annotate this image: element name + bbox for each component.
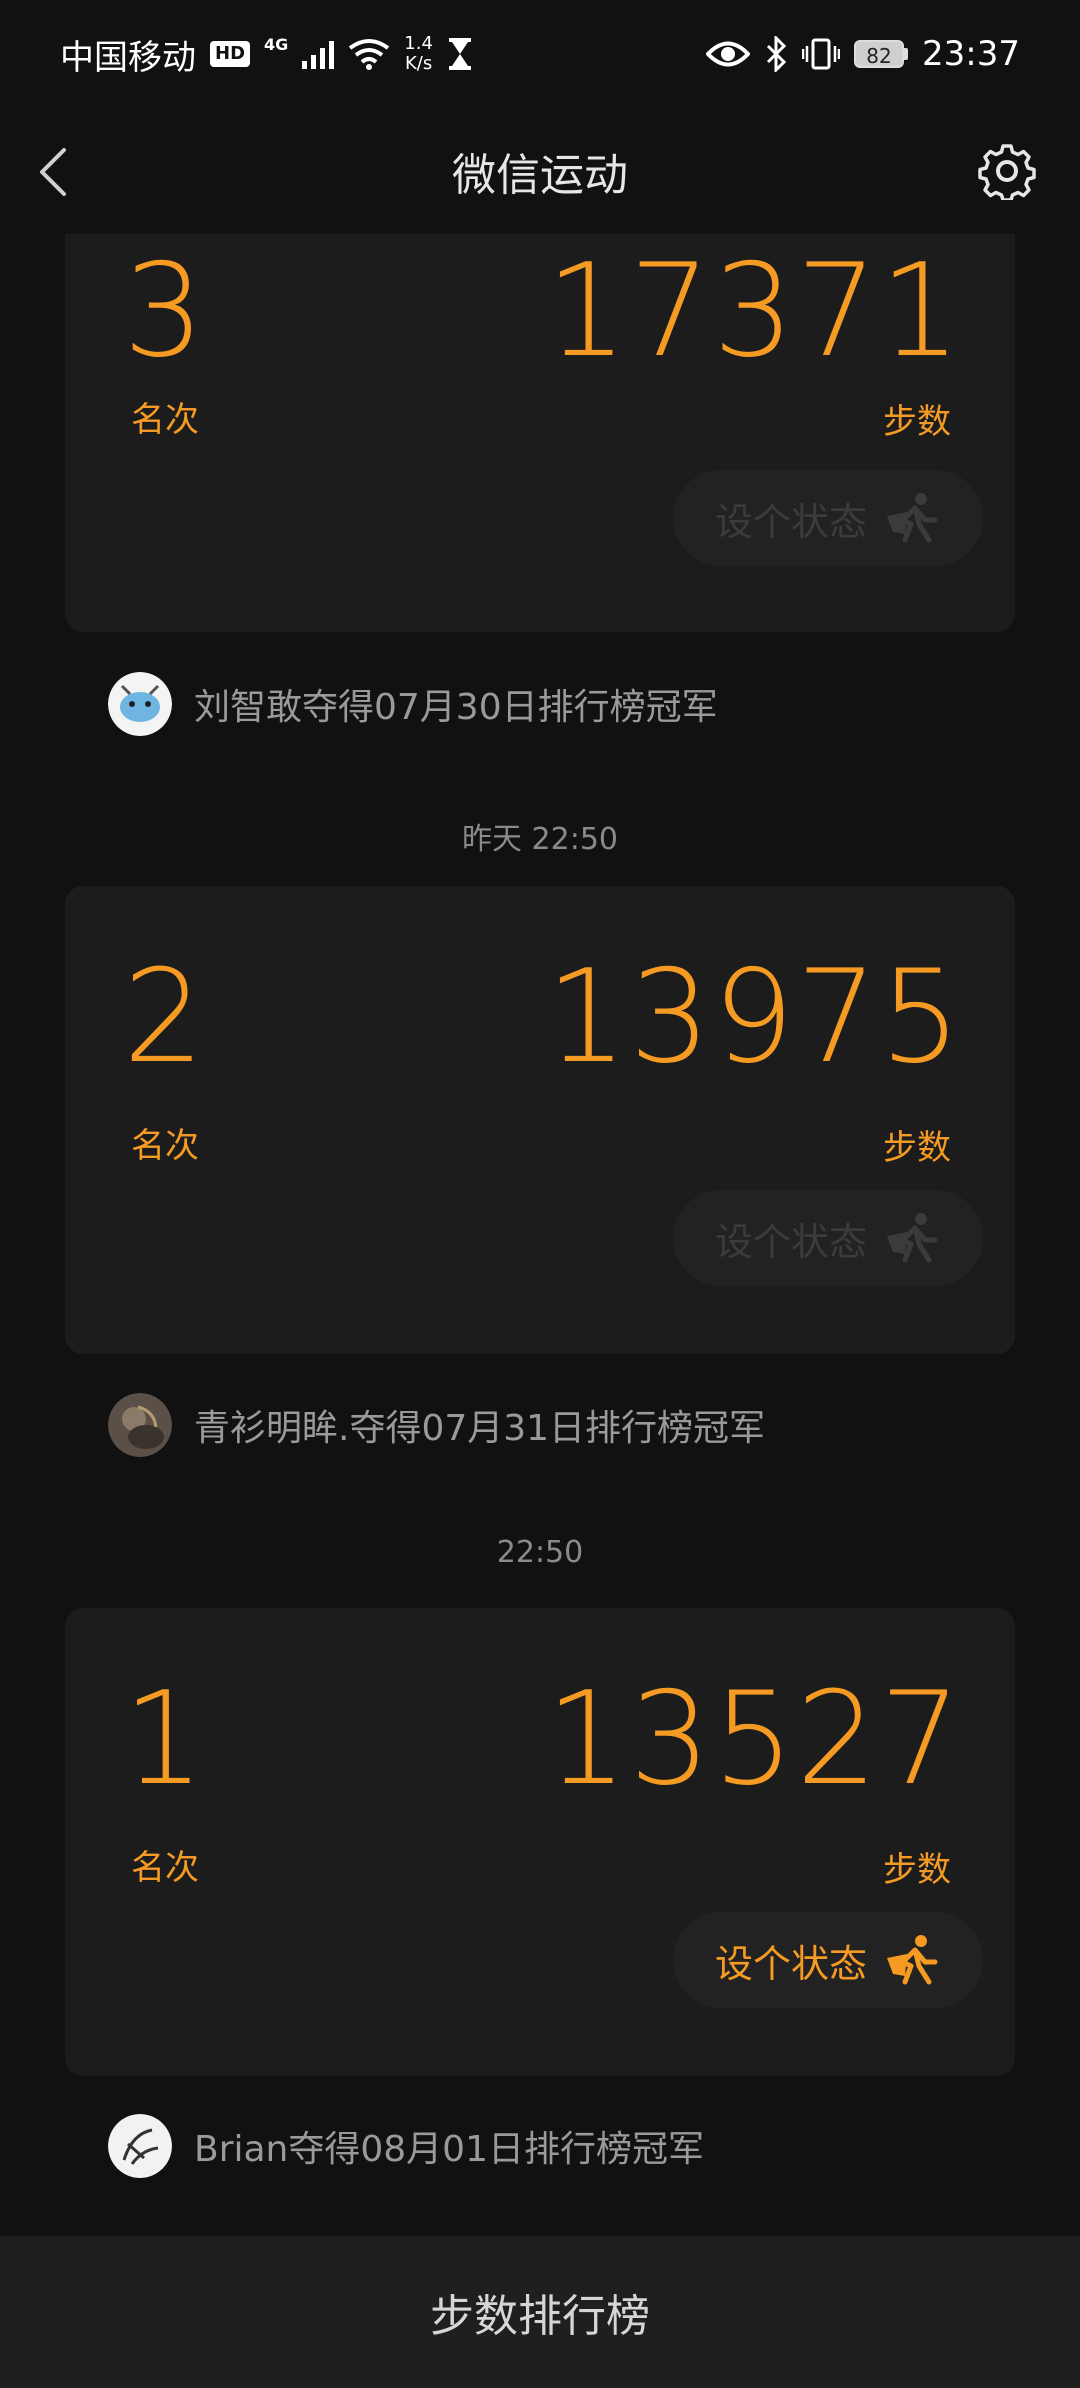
vibrate-icon [802,38,841,70]
rank-label: 名次 [131,1848,199,1888]
nav-bar: 微信运动 [0,108,1080,234]
battery-tip [904,48,909,60]
bluetooth-icon [766,36,787,72]
hourglass-icon [448,38,471,70]
rank-number: 3 [123,237,205,386]
champion-row: Brian夺得08月01日排行榜冠军 [108,2114,704,2178]
network-speed: 1.4 K/s [404,34,433,74]
network-type: 4G [264,34,289,54]
ranking-card[interactable]: 2 名次 13975 步数 设个状态 [65,886,1015,1354]
rank-number: 1 [123,1665,205,1814]
champion-row: 刘智敢夺得07月30日排行榜冠军 [108,672,718,736]
avatar[interactable] [108,672,172,736]
rank-label: 名次 [131,400,199,440]
eye-icon [706,41,751,67]
settings-gear-icon[interactable] [978,142,1036,200]
status-time: 23:37 [922,34,1020,74]
champion-row: 青衫明眸.夺得07月31日排行榜冠军 [108,1393,765,1457]
runner-icon [887,1935,938,1985]
set-status-label: 设个状态 [714,1941,867,1986]
step-ranking-label: 步数排行榜 [430,2291,650,2342]
battery-indicator: 82 [854,40,909,68]
rank-number: 2 [123,943,205,1092]
step-count: 17371 [545,237,963,386]
steps-label: 步数 [883,1128,951,1168]
signal-icon [302,41,335,69]
set-status-label: 设个状态 [714,499,867,544]
set-status-button[interactable]: 设个状态 [673,470,983,566]
timestamp: 昨天 22:50 [462,822,618,857]
step-count: 13527 [545,1665,963,1814]
rank-label: 名次 [131,1126,199,1166]
champion-text: 青衫明眸.夺得07月31日排行榜冠军 [194,1408,766,1449]
status-left: 中国移动 HD 4G 1.4 K/s [60,30,473,79]
status-right: 82 23:37 [706,34,1020,74]
carrier-name: 中国移动 [60,37,196,78]
battery-level: 82 [854,40,905,68]
page-title: 微信运动 [452,150,628,201]
runner-icon [887,1213,938,1263]
champion-text: 刘智敢夺得07月30日排行榜冠军 [194,687,718,728]
hd-badge: HD [210,41,251,67]
ranking-card[interactable]: 1 名次 13527 步数 设个状态 [65,1608,1015,2076]
speed-value: 1.4 [404,33,433,54]
wifi-icon [349,39,390,70]
runner-icon [887,493,938,543]
back-arrow-icon[interactable] [34,144,74,200]
set-status-button[interactable]: 设个状态 [673,1912,983,2008]
step-ranking-button[interactable]: 步数排行榜 [0,2236,1080,2388]
avatar[interactable] [108,1393,172,1457]
set-status-button[interactable]: 设个状态 [673,1190,983,1286]
ranking-card[interactable]: 3 名次 17371 步数 设个状态 [65,234,1015,632]
steps-label: 步数 [883,1850,951,1890]
timestamp: 22:50 [496,1535,584,1570]
speed-unit: K/s [404,53,433,74]
steps-label: 步数 [883,402,951,442]
avatar[interactable] [108,2114,172,2178]
set-status-label: 设个状态 [714,1219,867,1264]
step-count: 13975 [545,943,963,1092]
status-bar: 中国移动 HD 4G 1.4 K/s 82 23:37 [0,0,1080,108]
champion-text: Brian夺得08月01日排行榜冠军 [194,2129,704,2170]
